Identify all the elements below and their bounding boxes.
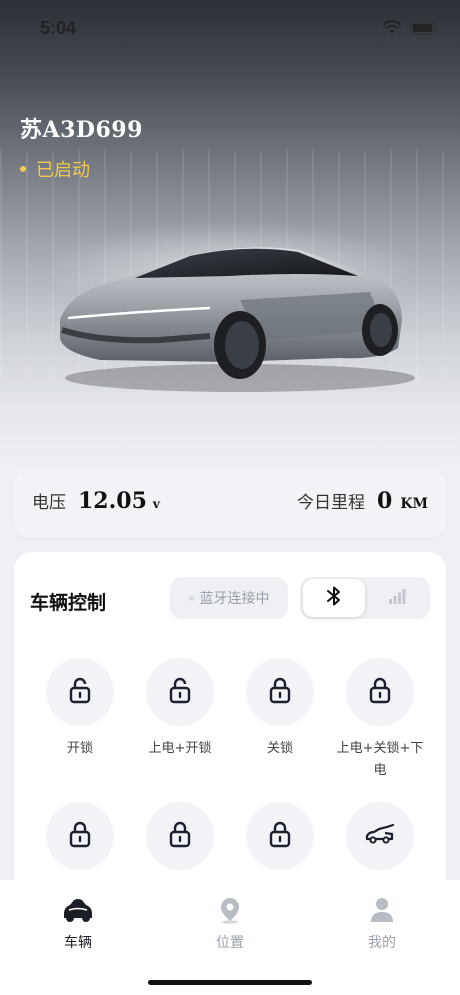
- lock-icon: [268, 820, 292, 852]
- car-icon: [61, 899, 95, 928]
- signal-icon: [388, 587, 406, 609]
- voltage-unit: v: [152, 497, 160, 511]
- lock-button[interactable]: 关锁: [230, 658, 330, 760]
- location-icon: [217, 898, 243, 928]
- mileage-label: 今日里程: [297, 493, 366, 513]
- lock-icon: [368, 676, 392, 708]
- status-bar: 5:04: [0, 0, 460, 56]
- status-dot-icon: [20, 166, 26, 172]
- lock-icon: [268, 676, 292, 708]
- lock-icon: [68, 820, 92, 852]
- engine-status: 已启动: [20, 156, 90, 182]
- nav-label-profile: 我的: [368, 935, 396, 951]
- connection-toggle: [300, 577, 430, 619]
- voltage-value: 12.05: [78, 488, 147, 514]
- unlock-icon: [68, 676, 92, 708]
- nav-label-vehicle: 车辆: [64, 935, 92, 951]
- mileage-value: 0: [377, 488, 393, 514]
- nav-item-profile[interactable]: 我的: [332, 896, 432, 952]
- bluetooth-icon: [326, 585, 342, 611]
- trunk-icon: [365, 823, 395, 849]
- nav-item-vehicle[interactable]: 车辆: [28, 896, 128, 952]
- status-time: 5:04: [40, 18, 77, 38]
- bottom-nav: 车辆 位置 我的: [0, 880, 460, 995]
- power-on-unlock-button[interactable]: 上电+开锁: [130, 658, 230, 760]
- power-on-unlock-label: 上电+开锁: [148, 741, 212, 756]
- battery-icon: [410, 20, 438, 39]
- car-image: [40, 220, 420, 400]
- trunk-button[interactable]: [330, 802, 430, 870]
- control-button-7[interactable]: [230, 802, 330, 870]
- status-dot-icon: [188, 595, 194, 601]
- power-on-lock-power-off-button[interactable]: 上电+关锁+下电: [330, 658, 430, 782]
- engine-status-label: 已启动: [36, 160, 90, 181]
- bluetooth-mode-button[interactable]: [303, 579, 365, 617]
- stats-card: 电压 12.05 v 今日里程 0 KM: [14, 468, 446, 538]
- bluetooth-status-label: 蓝牙连接中: [199, 591, 270, 607]
- unlock-icon: [168, 676, 192, 708]
- unlock-label: 开锁: [66, 741, 93, 756]
- voltage-label: 电压: [32, 493, 66, 513]
- profile-icon: [369, 898, 395, 928]
- power-on-lock-power-off-label: 上电+关锁+下电: [336, 741, 424, 778]
- nav-item-location[interactable]: 位置: [180, 896, 280, 952]
- home-indicator: [148, 980, 312, 985]
- bluetooth-status: 蓝牙连接中: [170, 577, 288, 619]
- lock-label: 关锁: [266, 741, 293, 756]
- network-mode-button[interactable]: [366, 579, 428, 617]
- control-button-5[interactable]: [30, 802, 130, 870]
- unlock-button[interactable]: 开锁: [30, 658, 130, 760]
- nav-label-location: 位置: [216, 935, 244, 951]
- lock-icon: [168, 820, 192, 852]
- plate-number: 苏A3D699: [20, 117, 143, 143]
- control-title: 车辆控制: [30, 592, 107, 614]
- mileage-unit: KM: [400, 496, 428, 512]
- wifi-icon: [382, 20, 402, 39]
- control-button-6[interactable]: [130, 802, 230, 870]
